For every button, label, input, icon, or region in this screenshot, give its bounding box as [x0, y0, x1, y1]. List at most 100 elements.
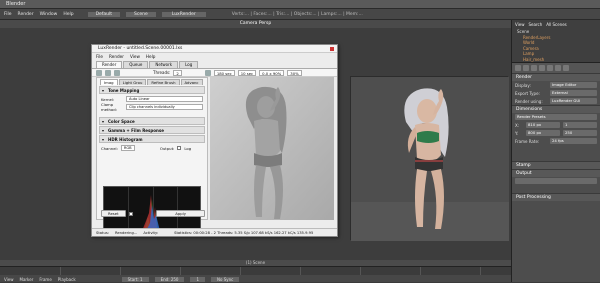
- prop-section-output[interactable]: Output: [512, 169, 600, 177]
- lux-menu-file[interactable]: File: [96, 54, 103, 59]
- tab-queue[interactable]: Queue: [123, 61, 149, 68]
- refresh-field[interactable]: 10 sec: [237, 69, 257, 76]
- prop-render-using: Render using: LuxRender GUI: [512, 97, 600, 105]
- tab-network[interactable]: Network: [149, 61, 179, 68]
- subtab-refine-brush[interactable]: Refine Brush: [147, 79, 180, 85]
- copy-icon[interactable]: [204, 69, 211, 76]
- prop-label: Export Type:: [515, 90, 540, 96]
- section-gamma[interactable]: Gamma + Film Response: [99, 126, 205, 134]
- properties-tabs[interactable]: [512, 63, 600, 73]
- tone-buttons: Reset Auto Apply: [101, 210, 205, 217]
- camera-view[interactable]: [350, 76, 509, 241]
- world-tab-icon[interactable]: [531, 65, 537, 71]
- lux-menu-view[interactable]: View: [130, 54, 140, 59]
- timeline[interactable]: View Marker Frame Playback Start: 1 End:…: [0, 266, 511, 282]
- zoom-field[interactable]: 0.0 x 90%: [259, 69, 285, 76]
- threads-spinner[interactable]: 2: [173, 69, 182, 76]
- modifier-tab-icon[interactable]: [547, 65, 553, 71]
- menu-file[interactable]: File: [4, 12, 12, 17]
- subtab-light-groups[interactable]: Light Grou: [118, 79, 147, 85]
- auto-checkbox[interactable]: [128, 211, 133, 216]
- lux-menu-render[interactable]: Render: [109, 54, 124, 59]
- end-frame-label[interactable]: End: 250: [154, 276, 185, 282]
- start-frame-label[interactable]: Start: 1: [121, 276, 149, 282]
- histogram-options: Channel: RGB Output: Log: [97, 144, 207, 152]
- export-type-dropdown[interactable]: External: [550, 90, 597, 96]
- scene-selector[interactable]: Scene: [126, 11, 156, 17]
- res-x-field[interactable]: 810 px: [526, 122, 560, 128]
- output-path-field[interactable]: [515, 178, 597, 184]
- outliner-view-tab[interactable]: View: [515, 22, 525, 27]
- section-tone-mapping[interactable]: Tone Mapping: [99, 86, 205, 94]
- prop-presets: Render Presets: [512, 113, 600, 121]
- menu-render[interactable]: Render: [18, 12, 34, 17]
- frame-rate-dropdown[interactable]: 24 fps: [550, 138, 597, 144]
- prop-section-post[interactable]: Post Processing: [512, 193, 600, 201]
- section-hdr-histogram[interactable]: HDR Histogram: [99, 135, 205, 143]
- tab-render[interactable]: Render: [96, 61, 123, 68]
- percent-field[interactable]: 30%: [287, 69, 302, 76]
- clamp-dropdown[interactable]: Clip channels individually: [126, 104, 203, 110]
- render-preview[interactable]: [210, 77, 334, 220]
- log-checkbox[interactable]: [177, 146, 182, 150]
- timeline-mark: [60, 267, 61, 275]
- lux-title-bar: LuxRender - untitled.Scene.00001.lxs: [92, 45, 337, 53]
- prop-section-dimensions[interactable]: Dimensions: [512, 105, 600, 113]
- lux-menu-help[interactable]: Help: [146, 54, 156, 59]
- screen-selector[interactable]: Default: [87, 11, 121, 17]
- close-icon[interactable]: [330, 47, 334, 51]
- lux-subtabs: Imag Light Grou Refine Brush Advanc: [97, 78, 207, 85]
- sync-dropdown[interactable]: No Sync: [211, 276, 240, 282]
- reset-button[interactable]: Reset: [101, 210, 126, 217]
- timeline-mark: [120, 267, 121, 275]
- halt-time-field[interactable]: 180 sec: [213, 69, 235, 76]
- scene-tab-icon[interactable]: [523, 65, 529, 71]
- menu-window[interactable]: Window: [40, 12, 58, 17]
- tab-log[interactable]: Log: [179, 61, 199, 68]
- timeline-menu-frame[interactable]: Frame: [39, 277, 51, 282]
- channel-dropdown[interactable]: RGB: [120, 145, 135, 151]
- outliner-item[interactable]: Hair_mesh: [515, 57, 597, 63]
- statistics-text: Statistics: 00:00:28 - 2 Threads: 5.35 S…: [174, 231, 314, 235]
- timeline-track[interactable]: [0, 267, 511, 275]
- object-tab-icon[interactable]: [539, 65, 545, 71]
- outliner-search-tab[interactable]: Search: [529, 22, 543, 27]
- subtab-advanced[interactable]: Advanc: [180, 79, 203, 85]
- lux-settings-panel: Imag Light Grou Refine Brush Advanc Tone…: [96, 77, 208, 230]
- prop-section-stamp[interactable]: Stamp: [512, 161, 600, 169]
- apply-button[interactable]: Apply: [156, 210, 205, 217]
- timeline-menu-view[interactable]: View: [4, 277, 14, 282]
- menu-help[interactable]: Help: [63, 12, 73, 17]
- kernel-dropdown[interactable]: Auto Linear: [126, 96, 203, 102]
- start-frame-field[interactable]: 1: [563, 122, 597, 128]
- timeline-menu-marker[interactable]: Marker: [20, 277, 34, 282]
- render-presets-dropdown[interactable]: Render Presets: [515, 114, 597, 120]
- current-frame[interactable]: 1: [190, 276, 205, 282]
- outliner-allscenes-tab[interactable]: All Scenes: [546, 22, 567, 27]
- render-using-dropdown[interactable]: LuxRender GUI: [550, 98, 597, 104]
- material-tab-icon[interactable]: [555, 65, 561, 71]
- timeline-menu-playback[interactable]: Playback: [58, 277, 76, 282]
- prop-res-x: X: 810 px 1: [512, 121, 600, 129]
- prop-label: Display:: [515, 82, 531, 88]
- stop-icon[interactable]: [114, 69, 120, 76]
- render-engine-selector[interactable]: LuxRender: [161, 11, 206, 17]
- timeline-mark: [420, 267, 421, 275]
- outliner[interactable]: View Search All Scenes Scene RenderLayer…: [512, 20, 600, 63]
- prop-spacer: [512, 185, 600, 193]
- luxrender-window[interactable]: LuxRender - untitled.Scene.00001.lxs Fil…: [91, 44, 338, 237]
- prop-section-render[interactable]: Render: [512, 73, 600, 81]
- res-y-field[interactable]: 800 px: [526, 130, 560, 136]
- section-color-space[interactable]: Color Space: [99, 117, 205, 125]
- display-dropdown[interactable]: Image Editor: [550, 82, 597, 88]
- subtab-imaging[interactable]: Imag: [100, 79, 118, 85]
- status-label: Status:: [96, 231, 109, 235]
- timeline-mark: [360, 267, 361, 275]
- end-frame-field[interactable]: 250: [563, 130, 597, 136]
- texture-tab-icon[interactable]: [563, 65, 569, 71]
- pause-icon[interactable]: [105, 69, 111, 76]
- play-icon[interactable]: [96, 69, 102, 76]
- clamp-label: Clamp method:: [101, 102, 117, 112]
- prop-spacer: [512, 153, 600, 161]
- render-tab-icon[interactable]: [515, 65, 521, 71]
